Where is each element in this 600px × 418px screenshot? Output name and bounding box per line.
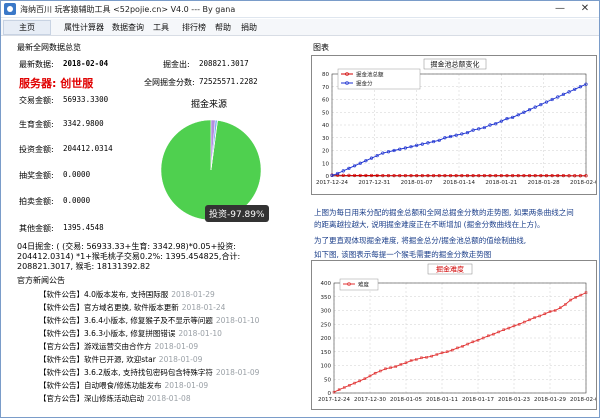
y-tick-label: 350 [321,295,332,301]
chart-desc-line-2: 的距离越拉越大, 说明掘金难度正在不断增加 (掘金分数曲线在上方)。 [314,220,545,229]
window-title: 海纳百川 玩客猿辅助工具 <52pojie.cn> V4.0 --- By ga… [20,5,236,14]
server-name: 服务器: 创世服 [19,77,94,90]
plot-frame [331,73,587,177]
other-label: 其他金额: [19,224,54,233]
y-tick-label: 100 [321,364,332,370]
news-item[interactable]: 【软件公告】软件已开源, 欢迎star 2018-01-09 [39,354,202,365]
menu-tools[interactable]: 工具 [153,22,169,33]
y-tick-label: 40 [322,123,329,129]
mined-value: 208821.3017 [199,59,249,68]
formula-line-3: 208821.3017, 猴毛: 18131392.82 [17,262,151,271]
x-tick-label: 2017-12-24 [316,180,348,186]
news-item[interactable]: 【软件公告】官方域名更换, 软件版本更新 2018-01-24 [39,302,225,313]
legend-label-0: 难度 [358,281,370,289]
series-line-0 [333,292,587,393]
news-item[interactable]: 【软件公告】3.6.3小版本, 修复拼图错误 2018-01-10 [39,328,222,339]
difficulty-line-chart: 0501001502002503003504002017-12-24 2017-1… [318,263,600,403]
y-tick-label: 50 [324,377,331,383]
menu-data-query[interactable]: 数据查询 [112,22,144,33]
x-tick-label: 2017-12-31 [358,180,390,186]
legend-label-0: 掘金池总额 [356,71,384,79]
difficulty-chart-panel: 0 50 100 150 200 250 300 350 400 2017-12-24 2017-1… [311,260,600,410]
x-tick-label: 2018-02-04 [570,180,596,186]
x-tick-label: 2018-01-05 [390,397,422,403]
x-tick-label: 2018-01-07 [401,180,433,186]
pool-line-chart: 010203040506070802017-12-24 2017-12-31 201… [316,58,600,186]
news-section-title: 官方新闻公告 [17,276,65,285]
latest-value: 2018-02-04 [63,59,109,68]
other-value: 1395.4548 [63,223,104,232]
pie-title: 掘金来源 [191,100,228,110]
overview-section-title: 最新全网数据总览 [17,43,81,52]
y-tick-label: 50 [322,110,329,116]
menu-home[interactable]: 主页 [19,22,35,33]
x-tick-label: 2018-01-17 [462,397,494,403]
x-tick-label: 2017-12-24 [318,397,350,403]
news-item[interactable]: 【软件公告】自动喂食/修炼功能发布 2018-01-09 [39,380,208,391]
x-tick-label: 2018-01-28 [528,180,560,186]
chart-desc-line-4: 如下图, 该图表示每提一个猴毛需要的掘金分数走势图 [314,250,492,259]
y-tick-label: 300 [321,309,332,315]
y-tick-label: 200 [321,336,332,342]
y-tick-label: 400 [321,281,332,287]
mined-label: 掘金出: [163,60,190,69]
y-tick-label: 150 [321,350,332,356]
news-item[interactable]: 【软件公告】3.6.4小版本, 修复猴子及不显示等问题 2018-01-10 [39,315,259,326]
chart-desc-line-3: 为了更直观体现掘金难度, 将掘金总分/掘金池总额的值绘制曲线, [314,236,527,245]
x-tick-label: 2018-01-21 [485,180,517,186]
minimize-icon[interactable]: — [549,2,571,17]
y-tick-label: 250 [321,322,332,328]
menu-attr-calculator[interactable]: 属性计算器 [64,22,104,33]
x-tick-label: 2018-02-04 [570,397,596,403]
total-mined-value: 72525571.2282 [199,77,258,86]
x-tick-label: 2018-01-11 [426,397,458,403]
menu-ranking[interactable]: 排行榜 [182,22,206,33]
pie-tooltip: 投资-97.89% [205,205,269,222]
x-tick-label: 2018-01-14 [443,180,475,186]
pool-chart-panel: 0 10 20 30 40 50 60 70 80 2017-12-24 2017-12-31 201… [311,55,600,195]
y-tick-label: 10 [322,161,329,167]
y-tick-label: 20 [322,149,329,155]
invest-value: 204412.0314 [63,144,113,153]
title-bar[interactable]: 海纳百川 玩客猿辅助工具 <52pojie.cn> V4.0 --- By ga… [1,1,599,18]
trade-label: 交易金额: [19,96,54,105]
charts-section-title: 图表 [313,43,329,52]
news-item[interactable]: 【软件公告】4.0版本发布, 支持国际服 2018-01-29 [39,289,215,300]
news-item[interactable]: 【软件公告】3.6.2版本, 支持找包密码包含特殊字符 2018-01-09 [39,367,259,378]
y-tick-label: 70 [322,85,329,91]
app-icon [4,3,16,15]
x-tick-label: 2017-12-30 [354,397,386,403]
trade-value: 56933.3300 [63,95,109,104]
chart-desc-line-1: 上图为每日用来分配的掘金总额和全网总掘金分数的走势图, 如果两条曲线之间 [314,208,574,217]
latest-label: 最新数据: [19,60,54,69]
y-tick-label: 80 [322,72,329,78]
menu-bar: 主页 属性计算器 数据查询 工具 排行榜 帮助 捐助 [1,19,599,36]
lottery-value: 0.0000 [63,170,91,179]
series-line-1 [331,83,587,176]
main-content: 最新全网数据总览 最新数据: 2018-02-04 掘金出: 208821.30… [1,37,600,418]
y-tick-label: 30 [322,136,329,142]
produce-label: 生育金额: [19,120,54,129]
legend-label-1: 掘金分 [356,80,373,88]
produce-value: 3342.9800 [63,119,104,128]
news-item[interactable]: 【官方公告】游戏运营交由合作方 2018-01-09 [39,341,198,352]
y-tick-label: 60 [322,98,329,104]
invest-label: 投资金额: [19,145,54,154]
total-mined-label: 全网掘金分数: [144,78,195,87]
app-window: 海纳百川 玩客猿辅助工具 <52pojie.cn> V4.0 --- By ga… [0,0,600,418]
chart-title: 掘金池总额变化 [431,60,480,69]
auction-label: 拍卖金额: [19,197,54,206]
lottery-label: 抽奖金额: [19,171,54,180]
menu-donate[interactable]: 捐助 [241,22,257,33]
x-tick-label: 2018-01-23 [498,397,530,403]
x-tick-label: 2018-01-29 [534,397,566,403]
auction-value: 0.0000 [63,196,91,205]
chart-title: 掘金难度 [436,265,464,274]
close-icon[interactable]: ✕ [574,2,596,17]
menu-help[interactable]: 帮助 [215,22,231,33]
news-item[interactable]: 【官方公告】深山修炼活动启动 2018-01-08 [39,393,191,404]
